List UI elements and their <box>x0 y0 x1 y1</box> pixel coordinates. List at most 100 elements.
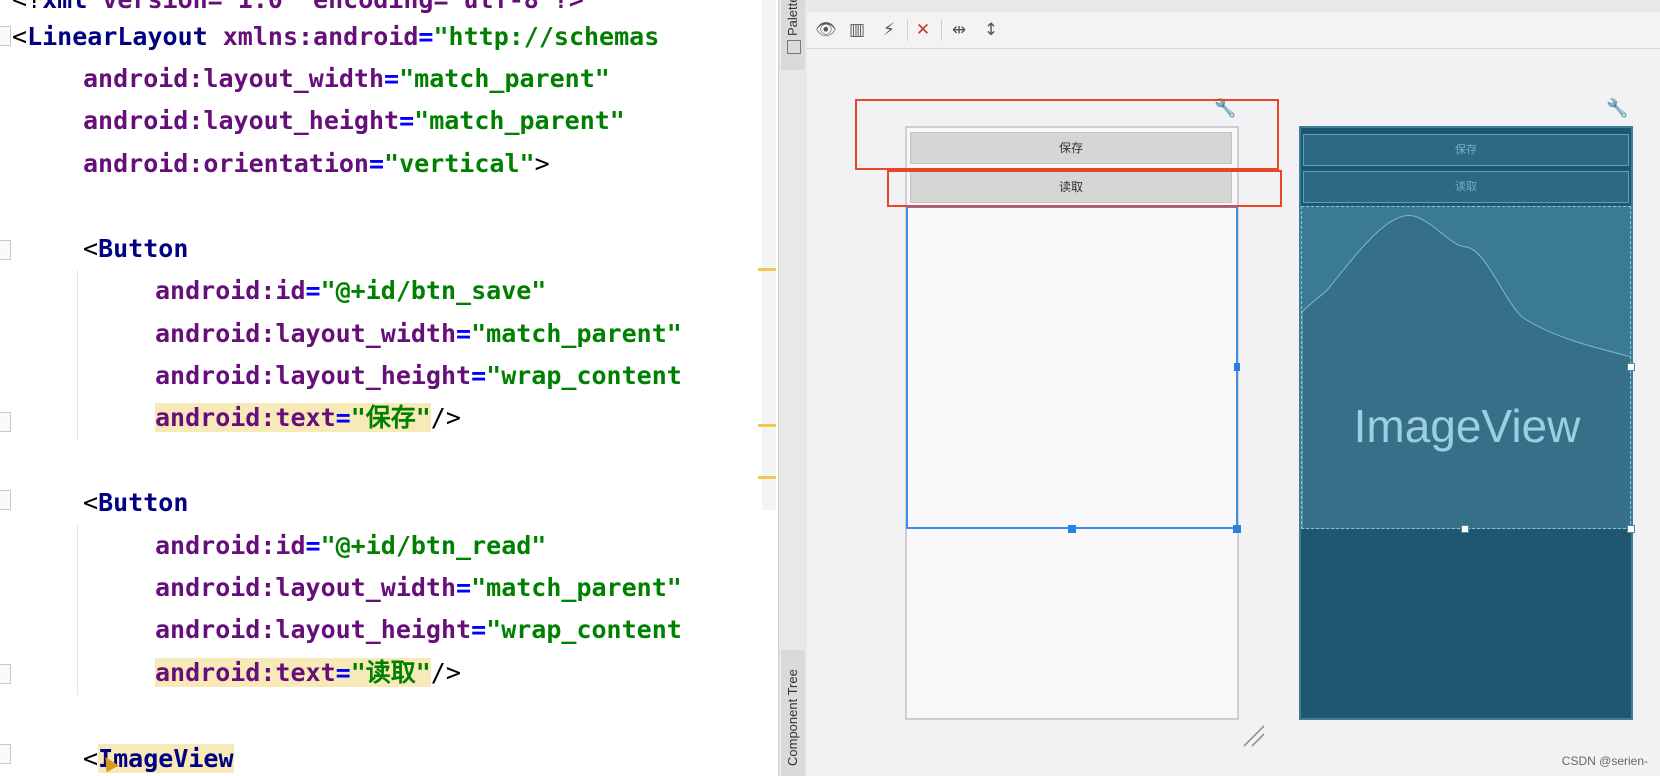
code-token: Button <box>98 234 189 263</box>
code-token: = <box>418 22 434 51</box>
fold-marker[interactable] <box>0 26 11 46</box>
code-line[interactable]: android:id="@+id/btn_read" <box>155 530 546 562</box>
toolbar-separator <box>941 19 942 41</box>
resize-handle[interactable] <box>1461 525 1469 533</box>
code-token: = <box>335 403 351 432</box>
code-token: "wrap_content <box>486 361 682 390</box>
fold-marker[interactable] <box>0 412 11 432</box>
imageview-blueprint[interactable]: ImageView <box>1301 206 1631 529</box>
code-line-highlighted[interactable]: android:text="读取"/> <box>155 657 461 689</box>
warning-marker[interactable] <box>758 268 776 271</box>
eye-icon[interactable]: 👁 <box>815 20 837 40</box>
magnet-off-icon[interactable]: ⚡ <box>879 20 899 40</box>
device-resize-icon[interactable] <box>1240 722 1268 750</box>
code-token: android:layout_height <box>155 615 472 644</box>
code-token: < <box>83 234 99 263</box>
code-token: android:id <box>155 531 306 560</box>
code-token: < <box>12 22 28 51</box>
read-button-blueprint[interactable]: 读取 <box>1303 171 1629 203</box>
palette-icon <box>787 40 801 54</box>
code-token: = <box>368 149 385 178</box>
resize-handle[interactable] <box>1627 525 1635 533</box>
code-token: /> <box>430 403 461 432</box>
code-token: = <box>335 658 351 687</box>
fold-marker[interactable] <box>0 490 11 510</box>
code-token: "wrap_content <box>486 615 682 644</box>
code-token: android:layout_height <box>155 361 472 390</box>
code-token: < <box>83 488 99 517</box>
code-line-xml-declaration[interactable]: <?xml version="1.0" encoding="utf-8"?> <box>12 0 584 16</box>
code-token: "vertical" <box>384 149 535 178</box>
resize-handle[interactable] <box>1068 525 1076 533</box>
code-token: "@+id/btn_read" <box>320 531 547 560</box>
code-token: android:layout_height <box>83 106 400 135</box>
code-line[interactable]: android:layout_width="match_parent" <box>155 572 682 604</box>
code-token: android:layout_width <box>83 64 385 93</box>
code-token: "match_parent" <box>414 106 625 135</box>
code-line[interactable]: android:layout_height="wrap_content <box>155 614 682 646</box>
code-line-linearlayout[interactable]: <LinearLayout xmlns:android="http://sche… <box>12 21 659 53</box>
blueprint-toggle-icon[interactable]: ▥ <box>847 20 867 40</box>
code-token: android:layout_width <box>155 319 457 348</box>
code-line[interactable]: android:layout_height="match_parent" <box>83 105 625 137</box>
xml-code-editor[interactable]: <?xml version="1.0" encoding="utf-8"?> <… <box>0 0 778 776</box>
component-tree-tab[interactable]: Component Tree <box>781 650 805 776</box>
code-token: = <box>471 361 487 390</box>
resize-handle[interactable] <box>1233 525 1241 533</box>
code-token: ImageView <box>98 744 234 773</box>
editor-scrollbar[interactable] <box>762 0 776 510</box>
image-placeholder-graphic <box>1302 215 1630 528</box>
code-token: = <box>305 531 321 560</box>
code-token: Button <box>98 488 189 517</box>
code-token: = <box>471 615 487 644</box>
resize-handle[interactable] <box>1234 363 1240 371</box>
code-line-highlighted[interactable]: android:text="保存"/> <box>155 402 461 434</box>
imageview-label: ImageView <box>1353 400 1581 452</box>
imageview-selection[interactable] <box>906 206 1238 529</box>
designer-toolbar: 👁 ▥ ⚡ ✕ ⇹ ↕ <box>807 12 1660 49</box>
palette-tab-label: Palette <box>785 0 800 36</box>
code-token: android:layout_width <box>155 573 457 602</box>
save-button-blueprint[interactable]: 保存 <box>1303 134 1629 166</box>
pack-horizontal-icon[interactable]: ⇹ <box>949 20 969 40</box>
code-token: "match_parent" <box>399 64 610 93</box>
code-token: android:orientation <box>83 149 369 178</box>
code-token: xml <box>42 0 87 14</box>
code-line[interactable]: android:layout_width="match_parent" <box>83 63 610 95</box>
code-token: = <box>399 106 415 135</box>
code-token: = <box>456 573 472 602</box>
code-token: = <box>456 319 472 348</box>
code-token: > <box>534 149 550 178</box>
code-token: < <box>83 744 99 773</box>
code-line[interactable]: android:orientation="vertical"> <box>83 148 550 180</box>
tool-window-strip: Palette Component Tree <box>778 0 808 776</box>
code-token: android:id <box>155 276 306 305</box>
code-token: "@+id/btn_save" <box>320 276 547 305</box>
palette-tab[interactable]: Palette <box>781 0 805 70</box>
code-token: = <box>305 276 321 305</box>
code-token: "match_parent" <box>471 573 682 602</box>
fold-marker[interactable] <box>0 664 11 684</box>
pack-vertical-icon[interactable]: ↕ <box>981 20 1001 40</box>
clear-constraints-icon[interactable]: ✕ <box>913 20 933 40</box>
wrench-icon[interactable]: 🔧 <box>1606 98 1628 119</box>
watermark: CSDN @serien- <box>1561 754 1648 768</box>
component-tree-tab-label: Component Tree <box>785 669 800 766</box>
indent-guide <box>77 270 78 440</box>
annotation-box-save <box>855 99 1279 170</box>
code-line[interactable]: android:layout_height="wrap_content <box>155 360 682 392</box>
code-token: "读取" <box>350 658 431 687</box>
code-line-button[interactable]: <Button <box>83 487 188 519</box>
code-token: version="1.0" encoding="utf-8"?> <box>87 0 584 14</box>
fold-marker[interactable] <box>0 240 11 260</box>
fold-marker[interactable] <box>0 744 11 764</box>
code-line-button[interactable]: <Button <box>83 233 188 265</box>
code-line[interactable]: android:id="@+id/btn_save" <box>155 275 546 307</box>
resize-handle[interactable] <box>1627 363 1635 371</box>
warning-marker[interactable] <box>758 476 776 479</box>
warning-marker[interactable] <box>758 424 776 427</box>
code-line[interactable]: android:layout_width="match_parent" <box>155 318 682 350</box>
code-token: android:text <box>155 658 336 687</box>
code-token: LinearLayout <box>27 22 208 51</box>
code-token: "保存" <box>350 403 431 432</box>
